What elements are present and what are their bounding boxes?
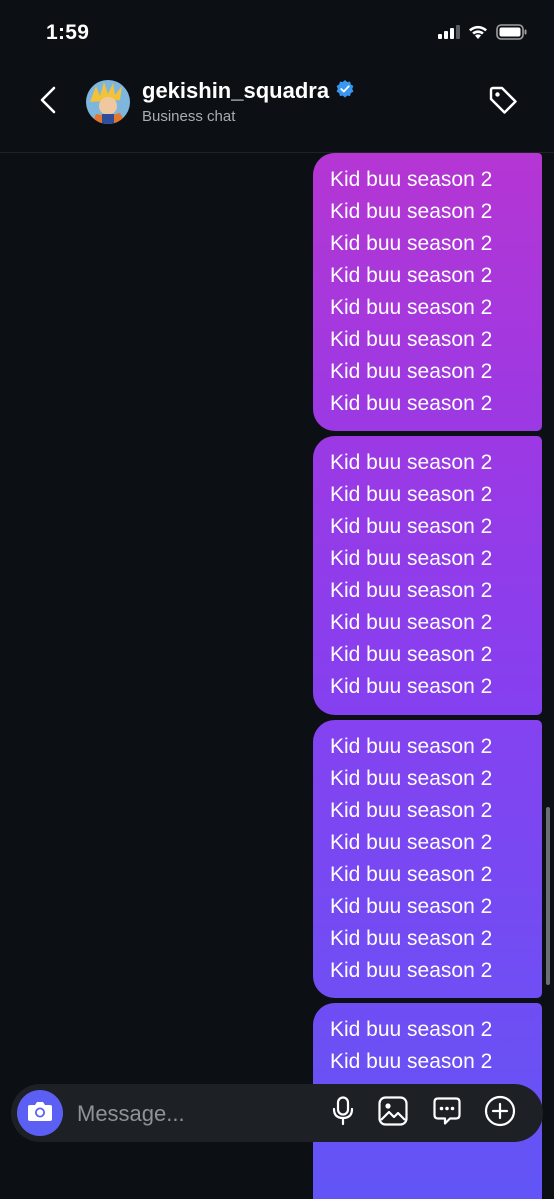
status-icons [438,24,528,45]
microphone-button[interactable] [327,1095,359,1131]
back-chevron-icon [39,86,57,119]
message-input[interactable] [75,1096,319,1132]
message-line: Kid buu season 2 [330,483,493,506]
message-line: Kid buu season 2 [330,767,493,790]
battery-icon [496,24,528,45]
message-line: Kid buu season 2 [330,232,493,255]
message-line: Kid buu season 2 [330,863,493,886]
chat-subtitle: Business chat [142,108,236,125]
message-line: Kid buu season 2 [330,927,493,950]
message-line: Kid buu season 2 [330,392,493,415]
message-line: Kid buu season 2 [330,895,493,918]
wifi-icon [468,25,488,45]
message-line: Kid buu season 2 [330,547,493,570]
message-line: Kid buu season 2 [330,959,493,982]
message-bubble[interactable]: Kid buu season 2 Kid buu season 2 Kid bu… [313,153,542,431]
verified-badge-icon [335,79,355,104]
cellular-signal-icon [438,25,460,44]
gallery-icon [378,1095,408,1131]
tag-button[interactable] [484,84,522,120]
camera-button[interactable] [17,1090,63,1136]
message-line: Kid buu season 2 [330,735,493,758]
status-time: 1:59 [46,21,90,44]
message-line: Kid buu season 2 [330,168,493,191]
camera-icon [27,1100,53,1127]
avatar[interactable] [86,80,130,124]
message-bubble[interactable]: Kid buu season 2 Kid buu season 2 Kid bu… [313,720,542,998]
message-line: Kid buu season 2 [330,296,493,319]
message-line: Kid buu season 2 [330,515,493,538]
message-line: Kid buu season 2 [330,1050,493,1073]
plus-icon [484,1095,516,1132]
plus-button[interactable] [484,1095,516,1132]
message-line: Kid buu season 2 [330,328,493,351]
sticker-icon [432,1096,462,1131]
back-button[interactable] [32,84,64,120]
message-line: Kid buu season 2 [330,579,493,602]
message-line: Kid buu season 2 [330,1018,493,1041]
message-thread[interactable]: Kid buu season 2 Kid buu season 2 Kid bu… [0,153,554,1199]
chat-title-row[interactable]: gekishin_squadra [142,78,355,104]
message-line: Kid buu season 2 [330,451,493,474]
gallery-button[interactable] [377,1095,409,1131]
microphone-icon [332,1095,354,1131]
sticker-button[interactable] [431,1096,463,1131]
scrollbar[interactable] [546,807,550,985]
chat-header: gekishin_squadra Business chat [0,66,554,153]
message-line: Kid buu season 2 [330,643,493,666]
message-line: Kid buu season 2 [330,264,493,287]
message-composer [11,1084,543,1142]
message-line: Kid buu season 2 [330,831,493,854]
message-line: Kid buu season 2 [330,360,493,383]
message-line: Kid buu season 2 [330,799,493,822]
chat-username: gekishin_squadra [142,78,330,103]
message-line: Kid buu season 2 [330,611,493,634]
status-bar: 1:59 [0,0,554,66]
message-line: Kid buu season 2 [330,200,493,223]
tag-icon [487,84,519,121]
message-bubble[interactable]: Kid buu season 2 Kid buu season 2 Kid bu… [313,436,542,715]
message-line: Kid buu season 2 [330,675,493,698]
